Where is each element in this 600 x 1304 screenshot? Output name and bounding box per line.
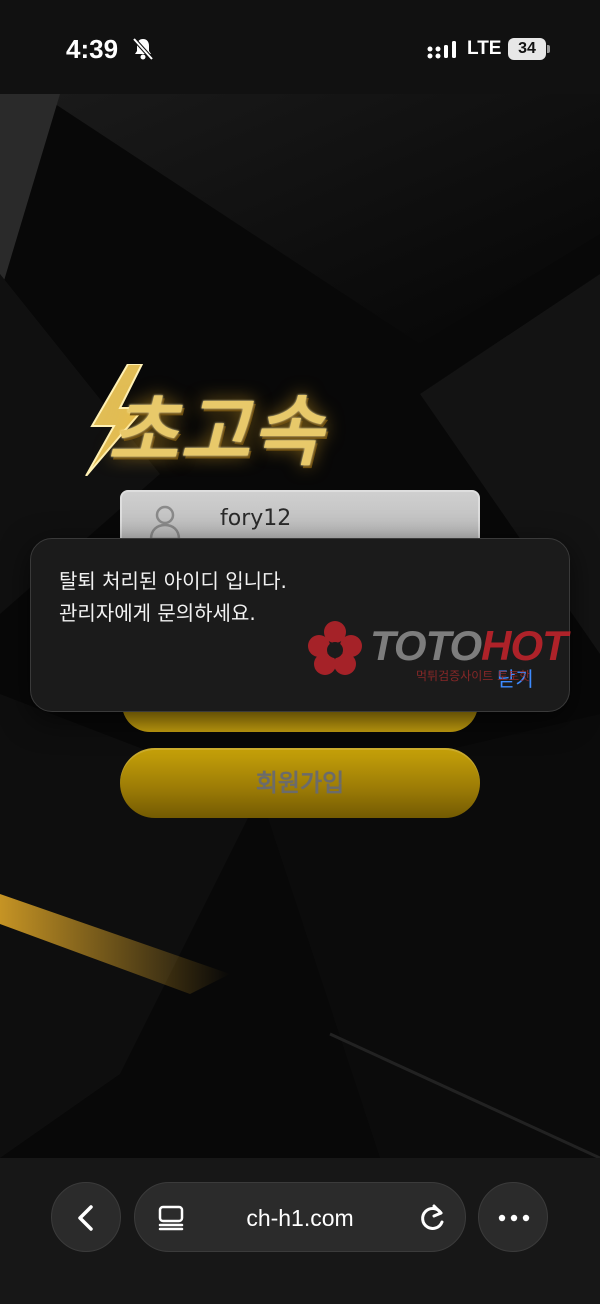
watermark-subtitle: 먹튀검증사이트 토토핫 — [416, 669, 531, 683]
watermark-brand-toto: TOTO — [370, 622, 482, 669]
bell-muted-icon — [132, 37, 154, 61]
browser-toolbar: ch-h1.com — [0, 1158, 600, 1304]
battery-level: 34 — [508, 38, 546, 60]
ellipsis-icon — [498, 1214, 530, 1222]
battery-icon: 34 — [508, 38, 550, 60]
url-text: ch-h1.com — [246, 1205, 354, 1231]
status-bar: 4:39 LTE 34 — [0, 0, 600, 94]
signup-label: 회원가입 — [255, 769, 345, 797]
watermark-logo-icon — [308, 621, 362, 675]
more-options-button[interactable] — [478, 1182, 548, 1252]
status-time: 4:39 — [66, 34, 119, 64]
watermark-brand-hot: HOT — [481, 622, 568, 669]
chevron-left-icon — [78, 1205, 93, 1231]
username-value: fory12 — [220, 506, 292, 531]
signup-button[interactable]: 회원가입 — [120, 748, 480, 818]
user-icon — [149, 505, 181, 540]
back-button[interactable] — [51, 1182, 121, 1252]
address-bar[interactable]: ch-h1.com — [134, 1182, 466, 1252]
signal-icon — [427, 41, 456, 59]
network-type: LTE — [467, 38, 502, 59]
alert-message-line2: 관리자에게 문의하세요. — [59, 601, 256, 625]
site-logo-text: 초고속 — [108, 387, 324, 476]
alert-message-line1: 탈퇴 처리된 아이디 입니다. — [59, 569, 287, 593]
watermark-brand: TOTOHOT — [370, 622, 568, 670]
reload-icon[interactable] — [419, 1203, 447, 1233]
